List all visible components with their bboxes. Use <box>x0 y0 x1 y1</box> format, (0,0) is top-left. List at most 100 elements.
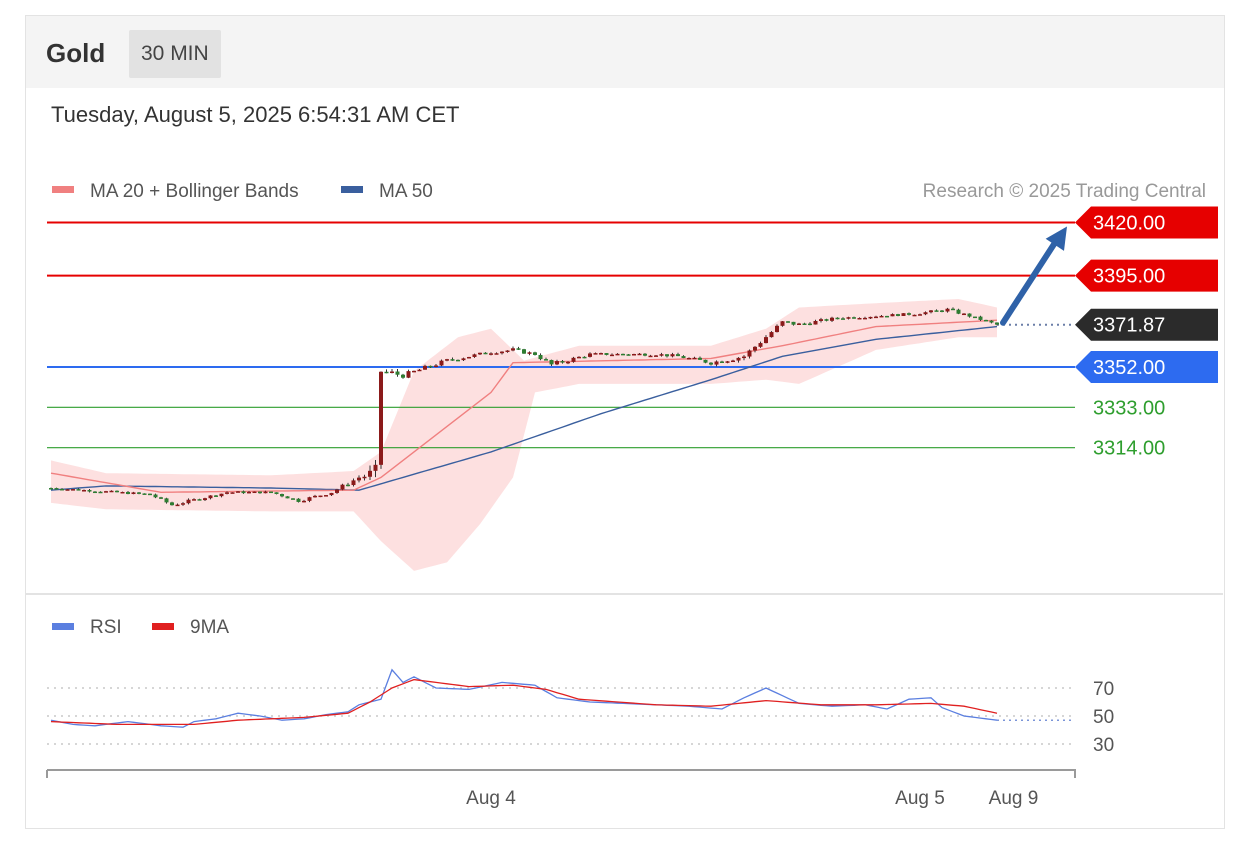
candlestick <box>555 361 559 365</box>
candlestick <box>527 352 532 354</box>
price-chart: MA 20 + Bollinger Bands MA 50 Research ©… <box>25 181 1223 809</box>
candlestick <box>725 361 730 363</box>
candlestick <box>87 490 92 492</box>
candlestick <box>720 361 724 363</box>
candlestick <box>153 494 158 498</box>
candlestick <box>780 321 785 326</box>
candlestick <box>318 495 323 498</box>
candlestick <box>830 317 834 321</box>
candlestick <box>566 361 570 364</box>
candlestick <box>604 353 609 355</box>
candlestick <box>494 353 499 355</box>
candlestick <box>98 491 103 494</box>
candlestick <box>329 492 334 496</box>
candlestick <box>791 321 796 325</box>
candlestick <box>879 315 884 318</box>
candlestick <box>104 491 108 493</box>
candlestick <box>835 317 840 320</box>
candlestick <box>439 360 444 366</box>
candlestick <box>621 353 625 356</box>
candlestick <box>456 359 460 362</box>
candlestick <box>907 313 911 315</box>
candlestick <box>544 359 548 361</box>
candlestick <box>307 497 312 501</box>
candlestick <box>175 504 180 507</box>
candlestick <box>357 477 361 481</box>
candlestick <box>65 489 70 491</box>
attribution-text: Research © 2025 Trading Central <box>923 181 1206 202</box>
candlestick <box>115 490 119 493</box>
candlestick <box>368 470 372 477</box>
candlestick <box>934 310 939 312</box>
rsi-level-label-50: 50 <box>1093 707 1114 728</box>
candlestick <box>164 498 169 503</box>
candlestick <box>335 489 339 493</box>
ma50-legend-swatch <box>341 186 363 193</box>
candlestick <box>731 360 735 363</box>
ma20-legend-swatch <box>52 186 74 193</box>
candlestick <box>874 316 878 319</box>
candlestick <box>912 314 917 317</box>
level-label-3395-00: 3395.00 <box>1093 266 1165 288</box>
candlestick <box>995 322 999 325</box>
candlestick <box>461 358 466 361</box>
candlestick <box>362 476 367 479</box>
candlestick <box>736 357 741 361</box>
candlestick <box>538 354 543 360</box>
candlestick <box>291 498 295 500</box>
candlestick <box>71 489 75 491</box>
candlestick <box>610 354 614 357</box>
candlestick <box>989 320 994 323</box>
candlestick <box>230 492 235 494</box>
candlestick <box>956 309 961 314</box>
candlestick <box>208 495 213 499</box>
candlestick <box>450 359 455 361</box>
candlestick <box>709 362 713 365</box>
candlestick <box>428 365 433 368</box>
candlestick <box>434 365 438 367</box>
candlestick <box>285 496 290 499</box>
candlestick <box>412 370 416 373</box>
candlestick <box>76 489 81 491</box>
ma9-legend-label: 9MA <box>190 617 229 638</box>
candlestick <box>395 371 400 375</box>
candlestick <box>769 332 774 338</box>
candlestick <box>351 480 356 486</box>
target-projection-arrow <box>1000 233 1062 326</box>
level-label-3314-00: 3314.00 <box>1093 438 1165 460</box>
candlestick <box>280 494 284 497</box>
candlestick <box>615 353 620 356</box>
candlestick <box>742 356 746 359</box>
candlestick <box>885 315 889 318</box>
candlestick <box>978 316 983 320</box>
candlestick <box>775 325 779 333</box>
candlestick <box>505 350 510 353</box>
candlestick <box>214 495 218 497</box>
candlestick <box>54 488 59 490</box>
candlestick <box>599 353 603 355</box>
candlestick <box>896 314 900 316</box>
candlestick <box>192 499 196 501</box>
candlestick <box>654 355 658 357</box>
candlestick <box>489 353 493 355</box>
rsi-level-label-30: 30 <box>1093 735 1114 756</box>
candlestick <box>582 356 587 359</box>
candlestick <box>313 495 317 498</box>
candlestick <box>170 502 174 506</box>
candlestick <box>813 320 818 325</box>
bollinger-band <box>51 299 997 571</box>
rsi-level-label-70: 70 <box>1093 679 1114 700</box>
candlestick <box>747 350 752 357</box>
candlestick <box>445 359 449 361</box>
candlestick <box>643 353 647 356</box>
candlestick <box>511 348 515 351</box>
candlestick <box>698 357 702 360</box>
candlestick <box>137 492 141 494</box>
candlestick <box>676 354 680 357</box>
time-axis-label: Aug 5 <box>895 788 945 809</box>
candlestick <box>516 348 521 350</box>
candlestick <box>109 490 114 493</box>
ma50-legend-label: MA 50 <box>379 181 433 202</box>
level-label-3333-00: 3333.00 <box>1093 397 1165 419</box>
candlestick <box>758 343 763 347</box>
